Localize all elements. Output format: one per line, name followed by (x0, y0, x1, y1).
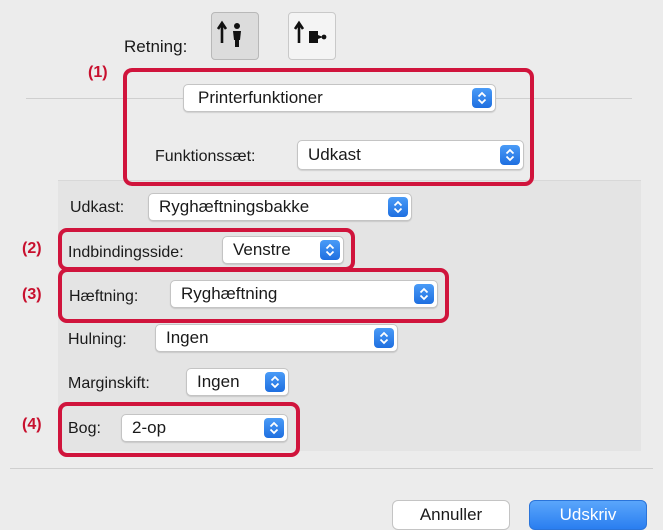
chevron-updown-icon (414, 284, 434, 304)
callout-4: (4) (22, 416, 42, 433)
print-button[interactable]: Udskriv (529, 500, 647, 530)
booklet-value: 2-op (132, 418, 167, 437)
chevron-updown-icon (374, 328, 394, 348)
margin-shift-value: Ingen (197, 372, 240, 391)
output-popup[interactable]: Ryghæftningsbakke (148, 193, 412, 221)
staple-value: Ryghæftning (181, 284, 278, 303)
chevron-updown-icon (500, 145, 520, 165)
punch-value: Ingen (166, 328, 209, 347)
portrait-orientation-icon (216, 20, 241, 47)
callout-3: (3) (22, 286, 42, 303)
cancel-button[interactable]: Annuller (392, 500, 510, 530)
functions-popup-value: Printerfunktioner (198, 88, 323, 107)
chevron-updown-icon (388, 197, 408, 217)
chevron-updown-icon (264, 418, 284, 438)
staple-label: Hæftning: (69, 288, 139, 305)
binding-edge-popup[interactable]: Venstre (222, 236, 344, 264)
functions-popup[interactable]: Printerfunktioner (183, 84, 496, 112)
booklet-popup[interactable]: 2-op (121, 414, 288, 442)
landscape-orientation-button[interactable] (288, 12, 336, 60)
booklet-label: Bog: (68, 420, 101, 437)
binding-edge-label: Indbindingsside: (68, 244, 184, 261)
orientation-label: Retning: (124, 37, 188, 56)
chevron-updown-icon (472, 88, 492, 108)
output-value: Ryghæftningsbakke (159, 197, 310, 216)
chevron-updown-icon (265, 372, 285, 392)
landscape-orientation-icon (293, 20, 327, 43)
output-label: Udkast: (70, 199, 125, 216)
feature-set-popup[interactable]: Udkast (297, 140, 524, 170)
callout-1: (1) (88, 64, 108, 81)
portrait-orientation-button[interactable] (211, 12, 259, 60)
callout-2: (2) (22, 240, 42, 257)
feature-set-label: Funktionssæt: (155, 148, 256, 165)
margin-shift-popup[interactable]: Ingen (186, 368, 289, 396)
margin-shift-label: Marginskift: (68, 375, 150, 392)
punch-popup[interactable]: Ingen (155, 324, 398, 352)
feature-set-value: Udkast (308, 145, 361, 164)
punch-label: Hulning: (68, 331, 127, 348)
staple-popup[interactable]: Ryghæftning (170, 280, 438, 308)
binding-edge-value: Venstre (233, 240, 291, 259)
bottom-divider (10, 468, 653, 469)
chevron-updown-icon (320, 240, 340, 260)
